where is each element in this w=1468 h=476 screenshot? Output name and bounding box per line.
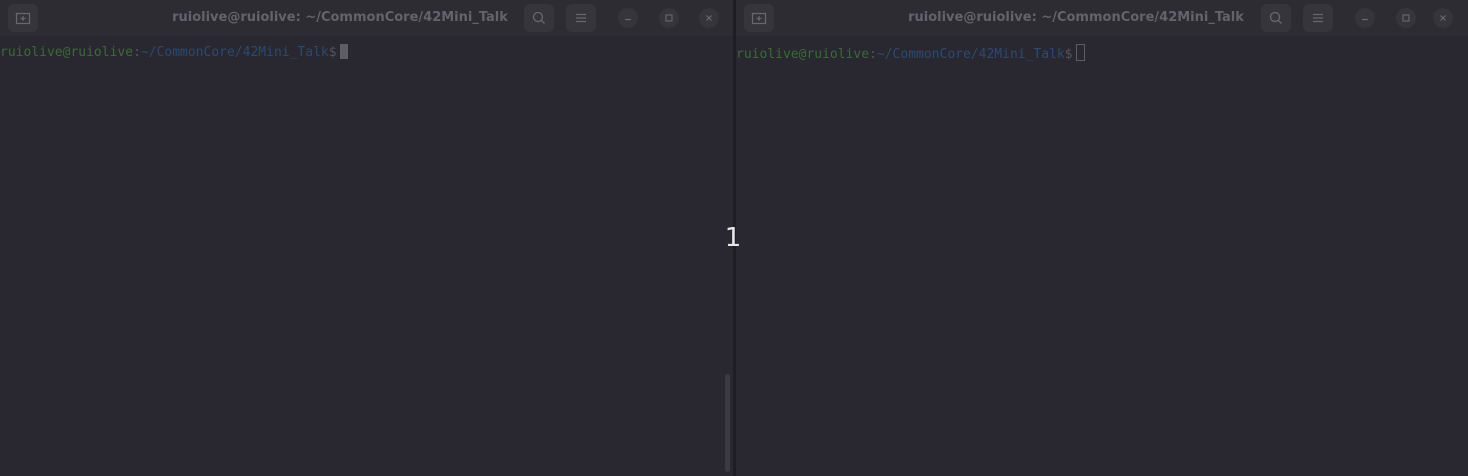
menu-button[interactable] [566,4,596,32]
text-cursor [1075,44,1085,61]
prompt-path: ~/CommonCore/42Mini_Talk [876,47,1065,62]
prompt-line: ruiolive@ruiolive:~/CommonCore/42Mini_Ta… [0,44,348,62]
prompt-user-host: ruiolive@ruiolive [736,47,870,62]
window-title: ruiolive@ruiolive: ~/CommonCore/42Mini_T… [172,10,508,25]
search-button[interactable] [524,4,554,32]
window-title: ruiolive@ruiolive: ~/CommonCore/42Mini_T… [908,10,1244,25]
terminal-area[interactable]: ruiolive@ruiolive:~/CommonCore/42Mini_Ta… [0,36,733,476]
desktop-screen: ruiolive@ruiolive: ~/CommonCore/42Mini_T… [0,0,1468,476]
terminal-window-left[interactable]: ruiolive@ruiolive: ~/CommonCore/42Mini_T… [0,0,733,476]
minimize-icon [1362,18,1368,21]
prompt-dollar: $ [328,45,337,60]
close-button[interactable] [699,8,719,28]
new-tab-icon [751,12,767,25]
titlebar[interactable]: ruiolive@ruiolive: ~/CommonCore/42Mini_T… [736,0,1468,36]
search-button[interactable] [1261,4,1291,32]
close-button[interactable] [1433,8,1453,28]
search-icon [532,11,545,24]
prompt-user-host: ruiolive@ruiolive [0,45,134,60]
text-cursor [339,44,348,59]
prompt-path: ~/CommonCore/42Mini_Talk [140,45,329,60]
maximize-icon [1402,14,1410,22]
maximize-icon [665,14,673,22]
minimize-button[interactable] [618,8,638,28]
overlay-counter: 1 [724,223,742,253]
close-icon [706,15,712,21]
minimize-button[interactable] [1355,8,1375,28]
prompt-colon: : [133,45,141,60]
scrollbar-thumb[interactable] [725,374,730,472]
hamburger-menu-icon [1313,13,1323,23]
maximize-button[interactable] [659,8,679,28]
prompt-dollar: $ [1064,47,1073,62]
prompt-colon: : [869,47,877,62]
hamburger-menu-icon [576,13,586,23]
titlebar[interactable]: ruiolive@ruiolive: ~/CommonCore/42Mini_T… [0,0,733,36]
prompt-line: ruiolive@ruiolive:~/CommonCore/42Mini_Ta… [736,44,1085,64]
minimize-icon [625,18,631,21]
new-tab-button[interactable] [744,4,774,32]
search-icon [1269,11,1282,24]
close-icon [1440,15,1446,21]
terminal-area[interactable]: ruiolive@ruiolive:~/CommonCore/42Mini_Ta… [736,36,1468,476]
new-tab-icon [15,12,31,25]
terminal-window-right[interactable]: ruiolive@ruiolive: ~/CommonCore/42Mini_T… [736,0,1468,476]
menu-button[interactable] [1303,4,1333,32]
maximize-button[interactable] [1396,8,1416,28]
new-tab-button[interactable] [8,4,38,32]
